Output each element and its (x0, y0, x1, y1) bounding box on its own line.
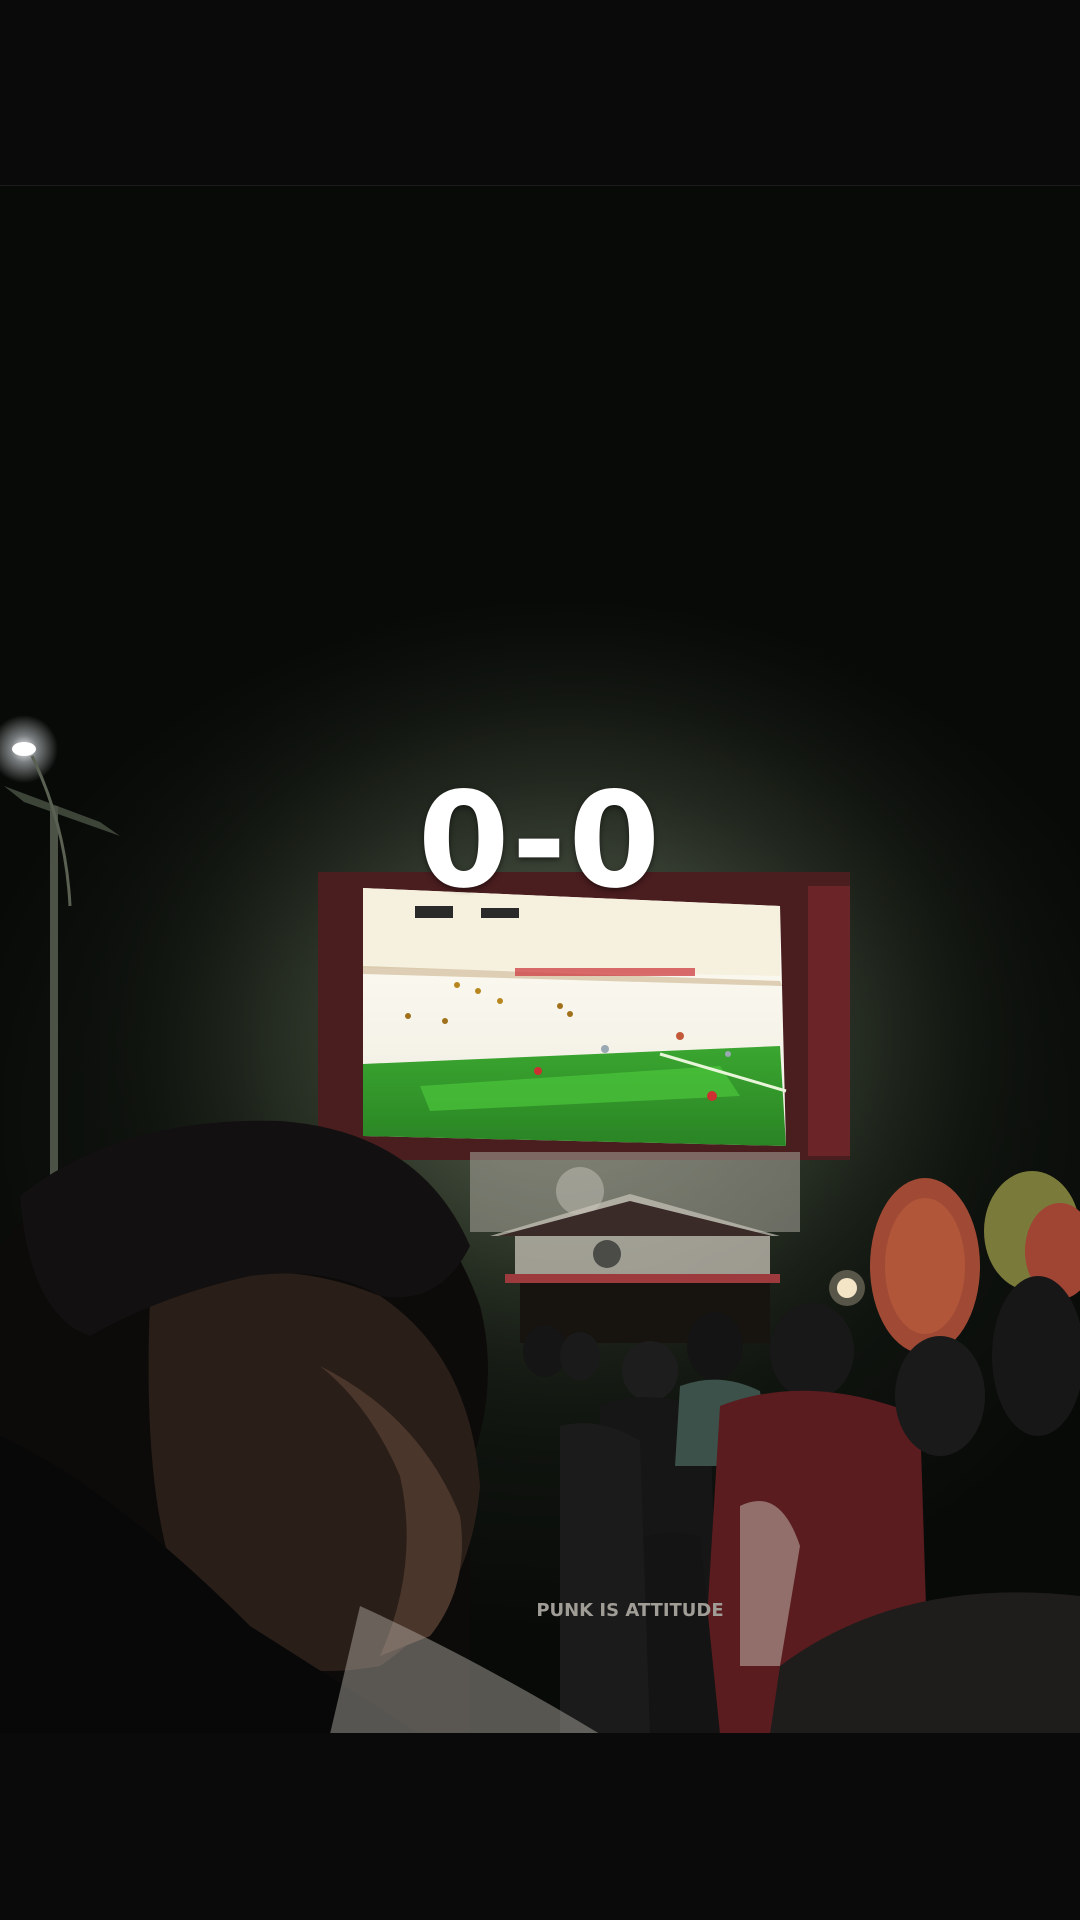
letterbox-top (0, 0, 1080, 185)
night-crowd-scene: PUNK IS ATTITUDE (0, 576, 1080, 1734)
photo: PUNK IS ATTITUDE 0-0 (0, 185, 1080, 1735)
shirt-text: PUNK IS ATTITUDE (536, 1600, 723, 1621)
score-overlay-text: 0-0 (417, 764, 663, 918)
letterbox-bottom (0, 1733, 1080, 1920)
video-frame: PUNK IS ATTITUDE 0-0 (0, 0, 1080, 1920)
jumbotron-screen (363, 888, 787, 1146)
